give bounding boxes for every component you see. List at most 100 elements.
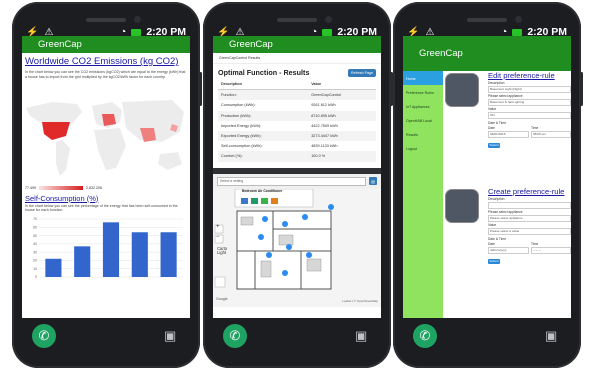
page-title: Optimal Function - Results [218,68,310,77]
row-label: Imported Energy (kWh): [221,123,262,128]
appliance-select[interactable]: Please select appliance [488,215,571,222]
speaker-grille [86,18,126,22]
battery-icon [512,28,523,36]
datetime-label: Date & Time [488,237,507,241]
y-tick-label: 50 [33,234,37,238]
description-label: Description [488,197,505,201]
bar[interactable] [45,259,62,278]
row-value: 8710.695 kWh [308,110,376,121]
bar[interactable] [74,246,91,278]
bottom-bar: ✆ ▣ [22,324,190,354]
create-rule-form: Create preference-rule Description Pleas… [445,187,571,303]
front-camera [325,16,332,23]
time-input[interactable]: --:-- -- [531,247,571,254]
row-value: 100.0 % [308,151,376,162]
layer-label[interactable]: Carto Light [217,246,237,256]
time-input[interactable]: 08:00 pm [531,131,571,138]
row-value: 3273.4447 kWh [308,130,376,142]
main-content: Edit preference-rule Description Basemen… [445,71,571,318]
section-title: Self-Consumption (%) [25,193,99,203]
app-bar: GreenCap [22,36,190,53]
description-label: Description [488,81,505,85]
setting-select[interactable]: Select a setting [217,176,366,186]
app-title: GreenCap [419,48,463,59]
row-value: GreenCapControl [308,89,376,101]
bar[interactable] [160,232,177,278]
camera-icon[interactable]: ▣ [164,328,180,343]
battery-icon [131,28,142,36]
row-label: Self-consumption (kWh): [221,144,263,149]
sidebar-item-results[interactable]: Results [403,127,443,141]
edit-rule-form: Edit preference-rule Description Basemen… [445,71,571,187]
side-button [580,72,583,106]
phone-icon: ✆ [419,328,431,343]
legend-min: 77.499 [25,185,36,190]
description-input[interactable]: Basement Light (Night) [488,86,571,93]
camera-icon[interactable]: ▣ [545,328,561,343]
sidebar-item-logout[interactable]: Logout [403,141,443,155]
date-input[interactable]: 06/01/2016 [488,131,529,138]
phone-call-button[interactable]: ✆ [32,324,56,348]
page-description: In the chart below you can see the CO2 e… [25,69,186,79]
y-tick-label: 70 [33,217,37,221]
screen-emissions: GreenCap Worldwide CO2 Emissions (kg CO2… [22,36,190,318]
value-select[interactable]: ON [488,112,571,119]
table-row: Production (kWh): 8710.695 kWh [218,110,376,121]
appliance-select[interactable]: Basement & hall Lighting [488,99,571,106]
phone-call-button[interactable]: ✆ [223,324,247,348]
side-button [199,72,202,106]
y-tick-label: 0 [35,275,37,279]
date-label: Date [488,126,495,130]
table-row: Imported Energy (kWh): 4422.7509 kWh [218,121,376,131]
phone-icon: ✆ [229,328,241,343]
zoom-in-button[interactable]: + [216,224,220,230]
y-tick-label: 10 [33,267,37,271]
select-confirm-button[interactable]: ▤ [369,177,377,185]
phone-call-button[interactable]: ✆ [413,324,437,348]
phone-frame-1: ⚡ ⚠ ◔ 2:20 PM GreenCap Worldwide CO2 Emiss… [12,2,202,368]
sidebar-item-home[interactable]: Home [403,71,443,85]
date-input[interactable]: dd/mm/yyyy [488,247,529,254]
row-label: Consumption (kWh): [221,103,256,108]
value-label: Value [488,223,497,227]
floor-plan-map[interactable]: Bedroom Air Conditioner + − Carto Light … [213,188,381,307]
create-submit-button[interactable]: Submit [488,259,500,264]
results-table: Description Value Function: GreenCapContr… [218,79,376,162]
sidebar-item-preference-rules[interactable]: Preference Rules [403,85,443,99]
world-map-svg [22,83,190,186]
bar-chart-svg: 70 60 50 40 30 20 10 0 [33,217,183,279]
row-label: Exported Energy (kWh): [218,130,309,142]
edit-submit-button[interactable]: Submit [488,143,500,148]
map-attribution[interactable]: Leaflet | © OpenStreetMap [342,299,378,303]
appliance-label: Please select appliance [488,94,523,98]
speaker-grille [277,18,317,22]
row-value: 4422.7509 kWh [311,123,338,128]
world-map[interactable] [22,83,190,186]
page-title: Worldwide CO2 Emissions (kg CO2) [25,56,179,67]
y-tick-label: 60 [33,226,37,230]
screen-results: GreenCap GreenCapControl Results Optimal… [213,36,381,318]
front-camera [134,16,141,23]
bottom-bar: ✆ ▣ [213,324,381,354]
app-title: GreenCap [38,39,82,50]
app-title: GreenCap [229,39,273,50]
table-header-value: Value [308,79,376,91]
zoom-out-button[interactable]: − [216,234,220,240]
speaker-grille [467,18,507,22]
sidebar-item-openhab-local[interactable]: OpenHAB Local [403,113,443,127]
table-row: Comfort (%): 100.0 % [218,151,376,162]
value-select[interactable]: Please select a value [488,228,571,235]
bar[interactable] [131,232,148,278]
row-value: 4839.1133 kWh [311,144,338,149]
popup-title: Bedroom Air Conditioner [242,188,283,193]
description-input[interactable] [488,202,571,209]
sidebar-item-iot-appliances[interactable]: IoT Appliances [403,99,443,113]
bar[interactable] [102,222,120,278]
y-tick-label: 40 [33,242,37,246]
battery-icon [322,28,333,36]
refresh-page-button[interactable]: Refresh Page [348,68,376,77]
camera-icon[interactable]: ▣ [355,328,371,343]
table-row: Consumption (kWh): 9261.612 kWh [218,100,376,110]
datetime-label: Date & Time [488,121,507,125]
phone-icon: ✆ [38,328,50,343]
